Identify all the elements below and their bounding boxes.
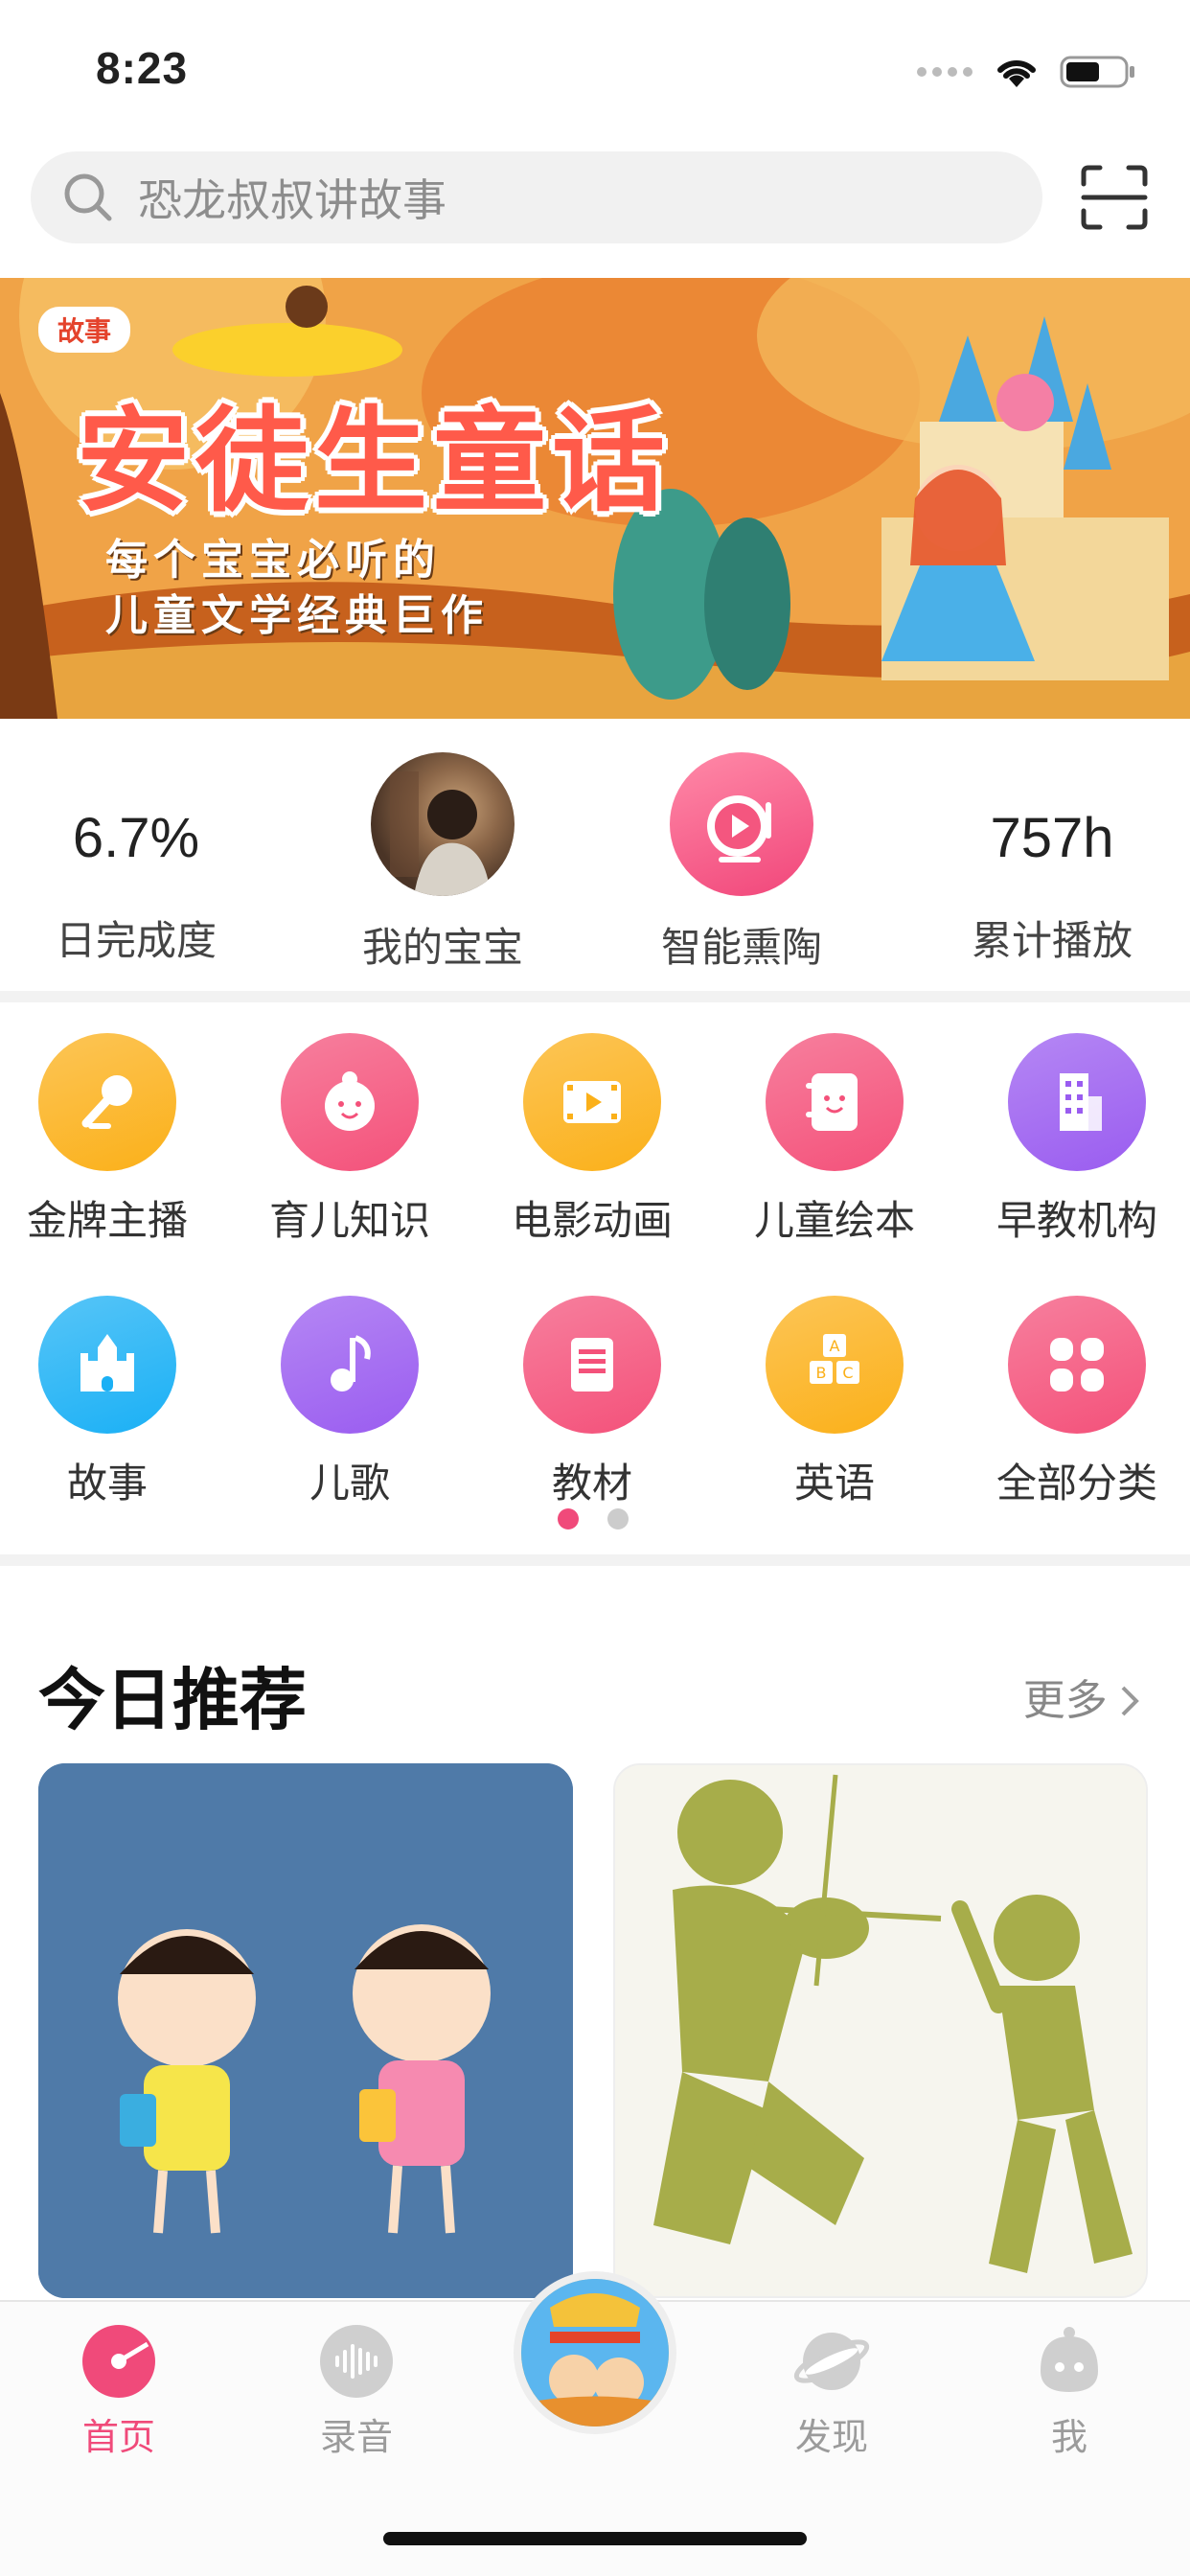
banner-subtitle-1: 每个宝宝必听的 bbox=[105, 537, 441, 584]
banner-tag: 故事 bbox=[38, 307, 131, 353]
category-item[interactable]: 金牌主播 bbox=[0, 1033, 228, 1247]
category-label: 电影动画 bbox=[511, 1198, 673, 1243]
category-item[interactable]: ABC 英语 bbox=[714, 1296, 955, 1509]
avatar-photo bbox=[390, 771, 491, 896]
recommend-card[interactable] bbox=[613, 1763, 1148, 2298]
microphone-icon bbox=[38, 1033, 176, 1171]
category-label: 故事 bbox=[66, 1460, 148, 1506]
smart-speaker-icon[interactable] bbox=[670, 752, 813, 896]
status-icons bbox=[916, 54, 1136, 90]
more-label: 更多 bbox=[1022, 1677, 1108, 1724]
status-time: 8:23 bbox=[96, 43, 189, 93]
tab-label: 发现 bbox=[794, 2418, 868, 2458]
category-label: 早教机构 bbox=[995, 1198, 1157, 1243]
planet-icon bbox=[793, 2323, 870, 2400]
category-label: 育儿知识 bbox=[268, 1198, 430, 1243]
building-icon bbox=[1008, 1033, 1146, 1171]
film-icon bbox=[523, 1033, 661, 1171]
svg-text:C: C bbox=[842, 1364, 853, 1382]
record-disc-icon bbox=[80, 2323, 157, 2400]
profile-face-icon bbox=[1031, 2323, 1108, 2400]
chevron-right-icon bbox=[1121, 1686, 1139, 1716]
tab-me[interactable]: 我 bbox=[993, 2323, 1146, 2460]
recommend-cover-kids bbox=[38, 1763, 573, 2298]
tab-record[interactable]: 录音 bbox=[280, 2323, 433, 2460]
baby-face-icon bbox=[281, 1033, 419, 1171]
category-label: 金牌主播 bbox=[26, 1198, 188, 1243]
category-pager[interactable] bbox=[558, 1508, 629, 1530]
battery-icon bbox=[1060, 56, 1134, 88]
grid-icon bbox=[1008, 1296, 1146, 1434]
notebook-icon bbox=[766, 1033, 904, 1171]
wifi-icon bbox=[997, 59, 1036, 87]
tab-label: 录音 bbox=[319, 2418, 393, 2458]
svg-text:B: B bbox=[816, 1364, 827, 1382]
category-item[interactable]: 育儿知识 bbox=[229, 1033, 470, 1247]
book-icon bbox=[523, 1296, 661, 1434]
category-item[interactable]: 故事 bbox=[0, 1296, 228, 1509]
stat-value: 757h bbox=[990, 807, 1114, 869]
stat-daily-completion[interactable]: 6.7% 日完成度 bbox=[0, 738, 280, 967]
now-playing-disc[interactable] bbox=[514, 2271, 676, 2434]
hero-banner[interactable]: 故事 安徒生童话 每个宝宝必听的 儿童文学经典巨作 bbox=[0, 278, 1190, 719]
recommend-cover-violin bbox=[615, 1765, 1146, 2296]
waveform-icon bbox=[318, 2323, 395, 2400]
category-item[interactable]: 电影动画 bbox=[471, 1033, 713, 1247]
search-placeholder: 恐龙叔叔讲故事 bbox=[138, 175, 446, 225]
stat-label: 日完成度 bbox=[55, 918, 217, 963]
stat-label: 智能熏陶 bbox=[660, 925, 822, 970]
category-label: 教材 bbox=[551, 1460, 632, 1506]
category-item[interactable]: 全部分类 bbox=[956, 1296, 1190, 1509]
category-label: 儿歌 bbox=[309, 1460, 390, 1506]
recommend-card[interactable] bbox=[38, 1763, 573, 2298]
category-label: 英语 bbox=[793, 1460, 875, 1506]
abc-blocks-icon: ABC bbox=[766, 1296, 904, 1434]
stat-label: 累计播放 bbox=[971, 918, 1133, 963]
search-bar[interactable]: 恐龙叔叔讲故事 bbox=[31, 151, 1042, 243]
stat-label: 我的宝宝 bbox=[361, 925, 523, 970]
category-item[interactable]: 儿童绘本 bbox=[714, 1033, 955, 1247]
section-title: 今日推荐 bbox=[38, 1663, 307, 1737]
stat-my-baby[interactable]: 我的宝宝 bbox=[299, 738, 586, 974]
category-label: 全部分类 bbox=[995, 1460, 1157, 1506]
stat-value: 6.7% bbox=[72, 807, 200, 869]
category-item[interactable]: 儿歌 bbox=[229, 1296, 470, 1509]
more-link[interactable]: 更多 bbox=[1023, 1666, 1142, 1727]
tab-label: 我 bbox=[1050, 2418, 1087, 2458]
music-note-icon bbox=[281, 1296, 419, 1434]
category-page-dot[interactable] bbox=[607, 1508, 629, 1530]
banner-title: 安徒生童话 bbox=[77, 399, 672, 525]
castle-icon bbox=[38, 1296, 176, 1434]
section-divider bbox=[0, 1554, 1190, 1566]
scan-icon[interactable] bbox=[1081, 165, 1148, 230]
tab-label: 首页 bbox=[81, 2418, 155, 2458]
category-page-dot-active[interactable] bbox=[558, 1508, 579, 1530]
banner-subtitle-2: 儿童文学经典巨作 bbox=[105, 592, 489, 639]
home-indicator[interactable] bbox=[383, 2532, 807, 2545]
svg-text:A: A bbox=[830, 1337, 840, 1355]
tab-home[interactable]: 首页 bbox=[42, 2323, 195, 2460]
stat-total-play[interactable]: 757h 累计播放 bbox=[908, 738, 1190, 967]
search-icon bbox=[64, 173, 112, 221]
avatar[interactable] bbox=[371, 752, 515, 896]
category-label: 儿童绘本 bbox=[753, 1198, 915, 1243]
category-item[interactable]: 早教机构 bbox=[956, 1033, 1190, 1247]
tab-discover[interactable]: 发现 bbox=[755, 2323, 908, 2460]
stat-smart-nurture[interactable]: 智能熏陶 bbox=[598, 738, 885, 974]
signal-icon bbox=[917, 67, 973, 77]
category-item[interactable]: 教材 bbox=[471, 1296, 713, 1509]
now-playing-cover bbox=[521, 2279, 669, 2426]
section-divider bbox=[0, 991, 1190, 1002]
